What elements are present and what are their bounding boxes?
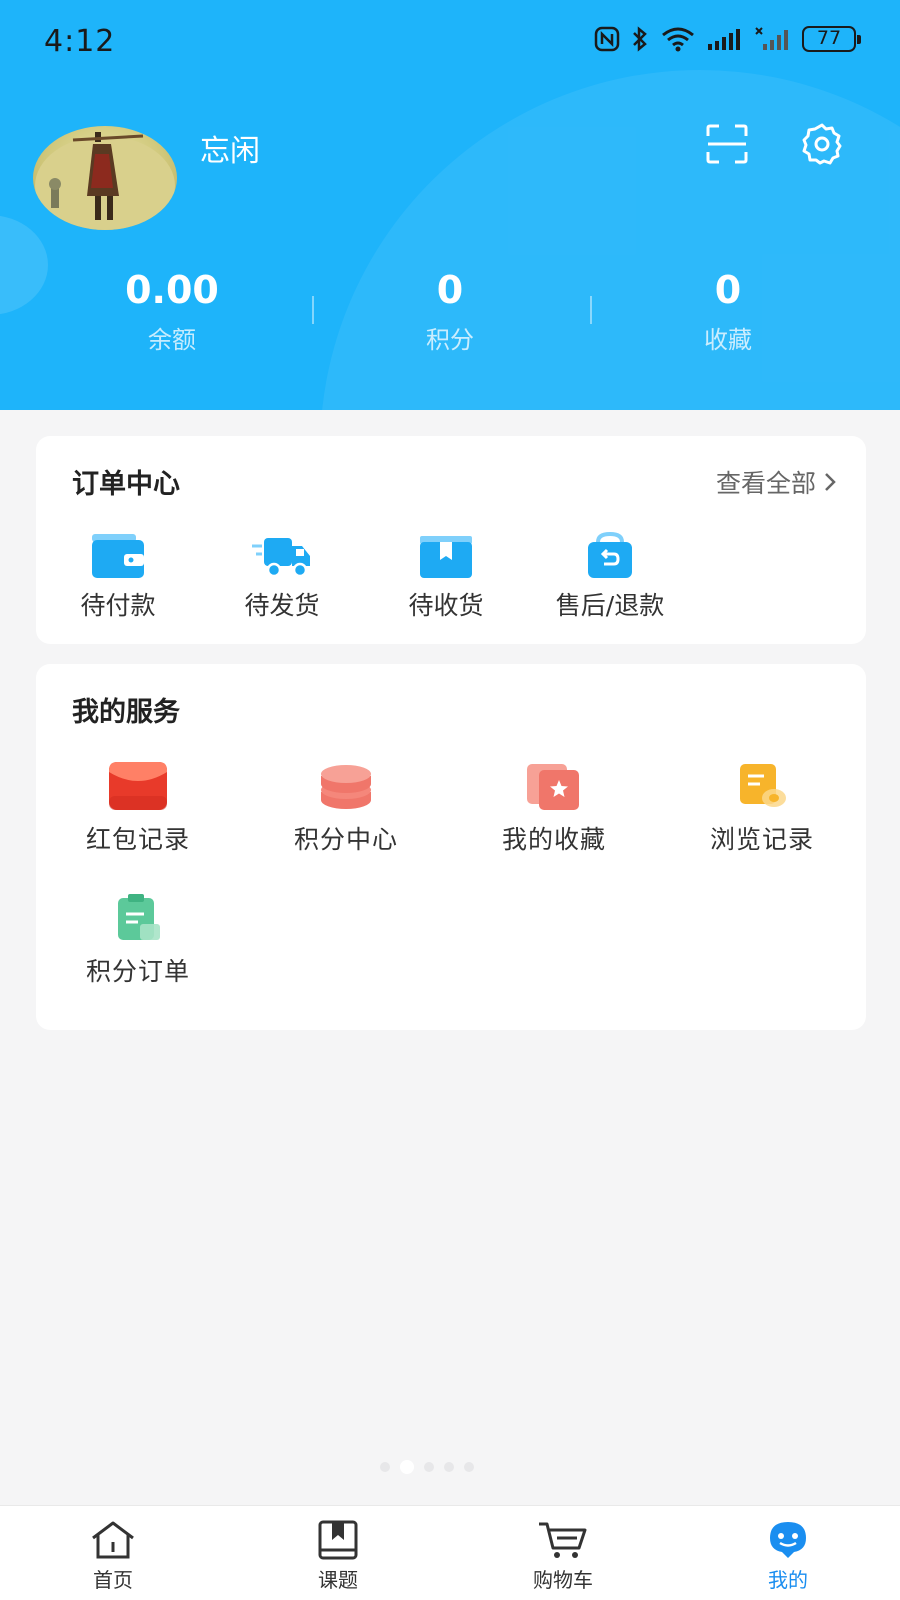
order-center-title: 订单中心 (72, 469, 180, 500)
page-dot (464, 1462, 474, 1472)
service-label: 红包记录 (85, 825, 190, 854)
coin-stack-icon (321, 765, 371, 809)
tab-label: 我的 (768, 1568, 808, 1592)
view-all-label: 查看全部 (715, 469, 816, 498)
tab-topics[interactable]: 课题 (278, 1520, 398, 1593)
stat-label: 收藏 (704, 326, 752, 354)
stat-balance[interactable]: 0.00 余额 (52, 268, 292, 355)
tab-label: 课题 (318, 1568, 358, 1592)
favorite-card-icon (527, 764, 579, 810)
order-after-sales[interactable]: 售后/退款 (530, 532, 690, 622)
stat-favorites[interactable]: 0 收藏 (608, 268, 848, 355)
signal-no-service-icon (755, 27, 788, 50)
service-label: 积分订单 (85, 957, 190, 986)
order-item-label: 售后/退款 (555, 591, 665, 620)
tab-mine[interactable]: 我的 (728, 1520, 848, 1593)
nfc-icon (594, 26, 620, 52)
service-my-favorites[interactable]: 我的收藏 (454, 760, 654, 856)
service-points-orders[interactable]: 积分订单 (38, 892, 238, 988)
scan-icon[interactable] (705, 124, 749, 164)
wifi-icon (662, 27, 694, 52)
order-pending-payment[interactable]: 待付款 (38, 532, 198, 622)
clipboard-icon (118, 894, 160, 940)
home-icon (92, 1521, 134, 1559)
stat-divider (590, 296, 592, 324)
header-decoration-small (0, 215, 48, 315)
stat-divider (312, 296, 314, 324)
service-label: 积分中心 (293, 825, 398, 854)
service-points-center[interactable]: 积分中心 (246, 760, 446, 856)
page-indicator (380, 1460, 474, 1474)
view-all-orders-link[interactable]: 查看全部 (716, 464, 838, 500)
battery-indicator: 77 (802, 26, 861, 52)
bottom-tab-bar: 首页 课题 购物车 我的 (0, 1505, 900, 1600)
status-time: 4:12 (44, 24, 116, 59)
order-pending-shipment[interactable]: 待发货 (202, 532, 362, 622)
stat-value: 0 (436, 268, 464, 312)
status-bar: 4:12 77 (0, 0, 900, 86)
gear-icon[interactable] (800, 122, 844, 166)
chevron-right-icon (825, 473, 836, 491)
stat-points[interactable]: 0 积分 (330, 268, 570, 355)
status-icons: 77 (594, 26, 861, 52)
truck-icon (252, 538, 310, 578)
page-dot (444, 1462, 454, 1472)
service-label: 我的收藏 (501, 825, 606, 854)
service-browse-history[interactable]: 浏览记录 (662, 760, 862, 856)
refund-bag-icon (588, 532, 632, 578)
bluetooth-icon (633, 26, 647, 52)
avatar[interactable] (33, 126, 177, 230)
username: 忘闲 (200, 134, 260, 169)
stat-label: 积分 (426, 326, 474, 354)
page-dot (380, 1462, 390, 1472)
stat-value: 0.00 (125, 268, 219, 312)
wallet-icon (92, 534, 144, 578)
red-envelope-icon (109, 762, 167, 810)
profile-header: 4:12 77 忘闲 0.00 余额 0 积分 0 收藏 (0, 0, 900, 410)
package-icon (420, 536, 472, 578)
tab-cart[interactable]: 购物车 (503, 1520, 623, 1593)
page-dot (424, 1462, 434, 1472)
order-pending-receipt[interactable]: 待收货 (366, 532, 526, 622)
service-red-envelope-records[interactable]: 红包记录 (38, 760, 238, 856)
stat-value: 0 (714, 268, 742, 312)
my-services-title: 我的服务 (72, 697, 180, 728)
service-label: 浏览记录 (709, 825, 814, 854)
order-item-label: 待收货 (408, 591, 484, 620)
tab-label: 首页 (93, 1568, 133, 1592)
stat-label: 余额 (148, 326, 196, 354)
signal-icon (708, 29, 740, 50)
cart-icon (539, 1522, 587, 1558)
profile-mascot-icon (770, 1522, 806, 1558)
book-icon (318, 1520, 358, 1560)
my-services-card: 我的服务 红包记录 积分中心 我的收藏 浏览记录 积分订单 (36, 664, 866, 1030)
order-item-label: 待付款 (80, 591, 156, 620)
page-dot-active (400, 1460, 414, 1474)
avatar-image (35, 132, 175, 230)
header-decoration (320, 70, 900, 410)
order-item-label: 待发货 (244, 591, 320, 620)
order-center-card: 订单中心 查看全部 待付款 待发货 待收货 售后/退款 (36, 436, 866, 644)
history-note-icon (740, 764, 786, 807)
tab-home[interactable]: 首页 (53, 1520, 173, 1593)
tab-label: 购物车 (533, 1568, 593, 1592)
